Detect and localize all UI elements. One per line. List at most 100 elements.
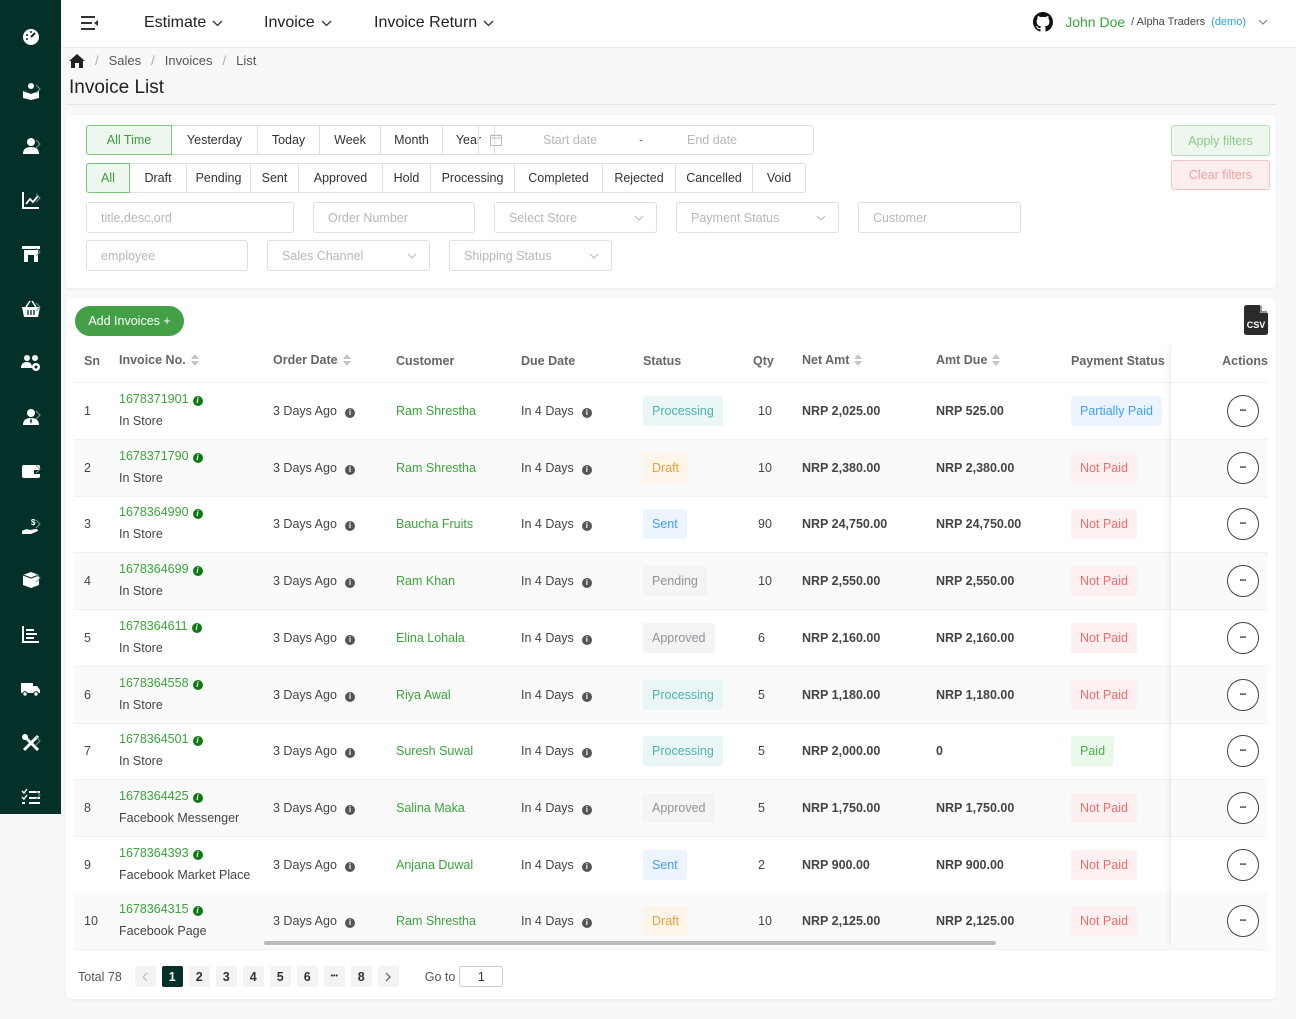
invoice-number-link[interactable]: 1678371901 bbox=[119, 392, 189, 406]
customer-input[interactable]: Customer bbox=[858, 202, 1021, 233]
info-icon[interactable]: i bbox=[344, 521, 355, 532]
status-filter-processing[interactable]: Processing bbox=[431, 163, 515, 193]
time-range-month[interactable]: Month bbox=[381, 125, 443, 155]
sidebar-item-basket[interactable] bbox=[0, 294, 61, 324]
customer-link[interactable]: Suresh Suwal bbox=[396, 744, 473, 758]
page-button-1[interactable]: 1 bbox=[161, 966, 183, 987]
info-icon[interactable]: i bbox=[344, 691, 355, 702]
sidebar-item-analytics[interactable] bbox=[0, 185, 61, 215]
invoice-number-link[interactable]: 1678364425 bbox=[119, 789, 189, 803]
time-range-week[interactable]: Week bbox=[320, 125, 381, 155]
info-icon[interactable]: i bbox=[344, 578, 355, 589]
column-header-net-amt[interactable]: Net Amt bbox=[802, 353, 863, 367]
sidebar-item-payment[interactable]: $ bbox=[0, 511, 61, 541]
customer-link[interactable]: Salina Maka bbox=[396, 801, 465, 815]
nav-estimate[interactable]: Estimate bbox=[144, 14, 223, 32]
order-number-input[interactable]: Order Number bbox=[313, 202, 475, 233]
sales-channel-select[interactable]: Sales Channel bbox=[267, 240, 430, 271]
customer-link[interactable]: Ram Shrestha bbox=[396, 404, 476, 418]
apply-filters-button[interactable]: Apply filters bbox=[1171, 125, 1270, 156]
menu-toggle-icon[interactable] bbox=[81, 15, 99, 31]
status-filter-draft[interactable]: Draft bbox=[130, 163, 187, 193]
page-button-5[interactable]: 5 bbox=[269, 966, 291, 987]
customer-link[interactable]: Baucha Fruits bbox=[396, 517, 473, 531]
sidebar-item-catalog[interactable] bbox=[0, 76, 61, 106]
info-icon[interactable]: i bbox=[192, 509, 203, 520]
info-icon[interactable]: i bbox=[581, 464, 592, 475]
info-icon[interactable]: i bbox=[192, 792, 203, 803]
page-button-3[interactable]: 3 bbox=[215, 966, 237, 987]
sidebar-item-customer[interactable] bbox=[0, 131, 61, 161]
info-icon[interactable]: i bbox=[192, 396, 203, 406]
end-date-input[interactable]: End date bbox=[687, 133, 737, 147]
page-button-8[interactable]: 8 bbox=[350, 966, 372, 987]
horizontal-scrollbar[interactable] bbox=[264, 941, 996, 945]
status-filter-all[interactable]: All bbox=[86, 163, 130, 193]
info-icon[interactable]: i bbox=[344, 408, 355, 418]
info-icon[interactable]: i bbox=[192, 452, 203, 463]
row-actions-button[interactable]: ••• bbox=[1227, 905, 1259, 938]
page-button-6[interactable]: 6 bbox=[296, 966, 318, 987]
status-filter-sent[interactable]: Sent bbox=[251, 163, 299, 193]
sidebar-item-wallet[interactable] bbox=[0, 456, 61, 486]
info-icon[interactable]: i bbox=[344, 634, 355, 645]
row-actions-button[interactable]: ••• bbox=[1227, 395, 1259, 427]
sidebar-item-delivery-truck[interactable] bbox=[0, 674, 61, 704]
start-date-input[interactable]: Start date bbox=[543, 133, 597, 147]
breadcrumb-invoices[interactable]: Invoices bbox=[165, 53, 213, 68]
shipping-status-select[interactable]: Shipping Status bbox=[449, 240, 612, 271]
info-icon[interactable]: i bbox=[344, 804, 355, 815]
more-pages-button[interactable]: ••• bbox=[323, 966, 345, 987]
sidebar-item-employee[interactable] bbox=[0, 402, 61, 432]
prev-page-button[interactable] bbox=[134, 966, 156, 987]
time-range-all-time[interactable]: All Time bbox=[86, 125, 172, 155]
sort-icon[interactable] bbox=[342, 354, 351, 366]
status-filter-hold[interactable]: Hold bbox=[383, 163, 431, 193]
info-icon[interactable]: i bbox=[344, 918, 355, 929]
nav-invoice-return[interactable]: Invoice Return bbox=[374, 14, 494, 32]
date-range-picker[interactable]: Start date - End date bbox=[478, 125, 814, 155]
invoice-number-link[interactable]: 1678364990 bbox=[119, 505, 189, 519]
info-icon[interactable]: i bbox=[192, 566, 203, 577]
info-icon[interactable]: i bbox=[581, 861, 592, 872]
info-icon[interactable]: i bbox=[581, 578, 592, 589]
info-icon[interactable]: i bbox=[581, 634, 592, 645]
info-icon[interactable]: i bbox=[192, 736, 203, 747]
customer-link[interactable]: Elina Lohala bbox=[396, 631, 465, 645]
info-icon[interactable]: i bbox=[192, 906, 203, 917]
invoice-number-link[interactable]: 1678364315 bbox=[119, 902, 189, 916]
customer-link[interactable]: Anjana Duwal bbox=[396, 858, 473, 872]
page-button-4[interactable]: 4 bbox=[242, 966, 264, 987]
info-icon[interactable]: i bbox=[192, 849, 203, 860]
info-icon[interactable]: i bbox=[344, 748, 355, 759]
invoice-number-link[interactable]: 1678364558 bbox=[119, 676, 189, 690]
row-actions-button[interactable]: ••• bbox=[1227, 735, 1259, 768]
store-select[interactable]: Select Store bbox=[494, 202, 657, 233]
employee-input[interactable]: employee bbox=[86, 240, 248, 271]
sidebar-item-dashboard[interactable] bbox=[0, 22, 61, 52]
add-invoice-button[interactable]: Add Invoices + bbox=[75, 306, 184, 336]
sort-icon[interactable] bbox=[854, 354, 863, 366]
home-icon[interactable] bbox=[69, 53, 85, 68]
breadcrumb-sales[interactable]: Sales bbox=[109, 53, 142, 68]
status-filter-cancelled[interactable]: Cancelled bbox=[676, 163, 753, 193]
column-header-invoice-no[interactable]: Invoice No. bbox=[119, 353, 199, 367]
payment-status-select[interactable]: Payment Status bbox=[676, 202, 839, 233]
row-actions-button[interactable]: ••• bbox=[1227, 848, 1259, 881]
time-range-today[interactable]: Today bbox=[258, 125, 320, 155]
time-range-yesterday[interactable]: Yesterday bbox=[172, 125, 258, 155]
status-filter-rejected[interactable]: Rejected bbox=[603, 163, 676, 193]
info-icon[interactable]: i bbox=[344, 464, 355, 475]
info-icon[interactable]: i bbox=[581, 408, 592, 418]
info-icon[interactable]: i bbox=[581, 918, 592, 929]
row-actions-button[interactable]: ••• bbox=[1227, 451, 1259, 484]
info-icon[interactable]: i bbox=[192, 679, 203, 690]
info-icon[interactable]: i bbox=[191, 622, 202, 633]
sort-icon[interactable] bbox=[992, 354, 1001, 366]
invoice-number-link[interactable]: 1678371790 bbox=[119, 449, 189, 463]
next-page-button[interactable] bbox=[377, 966, 399, 987]
customer-link[interactable]: Ram Shrestha bbox=[396, 914, 476, 928]
row-actions-button[interactable]: ••• bbox=[1227, 508, 1259, 541]
customer-link[interactable]: Riya Awal bbox=[396, 688, 451, 702]
column-header-order-date[interactable]: Order Date bbox=[273, 353, 351, 367]
